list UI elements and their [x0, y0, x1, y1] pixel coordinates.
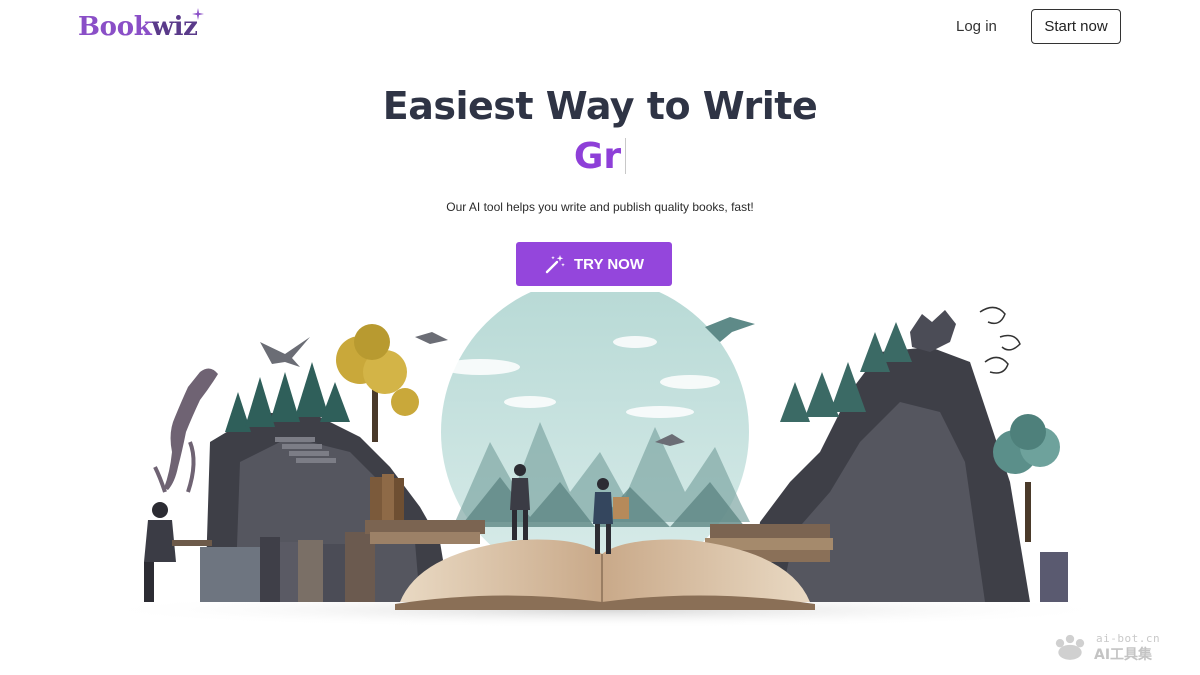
start-now-button[interactable]: Start now [1031, 9, 1121, 44]
watermark-brand: AI工具集 [1094, 647, 1153, 663]
typed-headline: Gr [0, 136, 1200, 177]
ai-bot-watermark: ai-bot.cn AI工具集 [1050, 632, 1180, 668]
logo-text-wiz: wiz [151, 8, 204, 42]
try-now-button[interactable]: TRY NOW [516, 242, 672, 286]
typed-text: Gr [573, 136, 622, 177]
typing-caret [625, 138, 627, 174]
paw-logo-icon [1055, 634, 1085, 660]
hero-subtitle: Our AI tool helps you write and publish … [446, 200, 754, 214]
logo-text-book: Book [78, 12, 152, 42]
hero-headline: Easiest Way to Write [382, 84, 818, 128]
landing-page: Book wiz Log in Start now Easiest Way to … [0, 0, 1200, 675]
login-link[interactable]: Log in [956, 18, 997, 35]
try-now-label: TRY NOW [574, 255, 644, 273]
bookwiz-logo[interactable]: Book wiz [78, 8, 204, 42]
sparkle-icon [191, 8, 204, 20]
magic-wand-icon [545, 255, 565, 274]
top-nav: Book wiz Log in Start now [0, 0, 1200, 56]
fantasy-book-illustration [85, 292, 1125, 628]
